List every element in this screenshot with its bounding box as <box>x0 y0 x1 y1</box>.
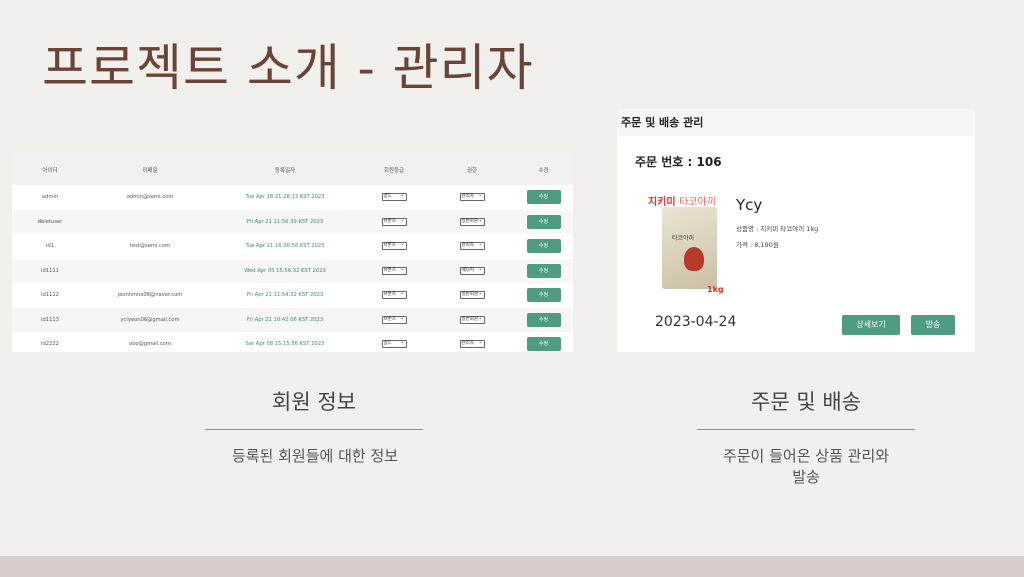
col-header-date: 등록일자 <box>212 155 358 185</box>
role-select[interactable]: 관리자 <box>459 339 485 349</box>
cell-date: Fri Apr 21 11:54:32 KST 2023 <box>246 292 324 299</box>
cell-id: id1112 <box>41 292 59 299</box>
cell-email: admin@semi.com <box>126 194 174 201</box>
cell-email <box>88 258 212 283</box>
cell-id: id1111 <box>12 258 88 283</box>
grade-select[interactable]: 브론즈 <box>381 315 407 324</box>
order-number: 주문 번호 : 106 <box>635 155 722 169</box>
octopus-mascot-icon <box>684 247 704 271</box>
table-row: id1 test@semi.com Tue Apr 11 16:36:58 KS… <box>12 234 573 259</box>
cell-id: id1 <box>45 243 55 250</box>
footer-bar <box>0 556 1024 577</box>
cell-date: Tue Apr 18 21:28:13 KST 2023 <box>245 194 325 201</box>
table-row: admin admin@semi.com Tue Apr 18 21:28:13… <box>12 185 573 210</box>
col-header-email: 이메일 <box>88 155 212 185</box>
order-caption-desc-line1: 주문이 들어온 상품 관리와 <box>722 447 890 465</box>
member-table: 아이디 이메일 등록일자 회원등급 권한 수정 admin admin@semi… <box>12 155 573 352</box>
cell-date: Tue Apr 11 16:36:58 KST 2023 <box>245 243 325 250</box>
product-image-title: 지키미 타코야끼 <box>648 197 716 208</box>
table-row: id2222 ooo@gmail.com Sat Apr 08 15:15:56… <box>12 332 573 352</box>
ship-button[interactable]: 발송 <box>911 315 955 335</box>
order-caption-title: 주문 및 배송 <box>751 390 861 414</box>
grade-select[interactable]: 브론즈 <box>381 266 407 275</box>
cell-email: yciyeon06@gmail.com <box>88 307 212 332</box>
customer-name: Ycy <box>736 196 763 214</box>
grade-select[interactable]: 브론즈 <box>381 241 407 251</box>
col-header-grade: 회원등급 <box>358 155 430 185</box>
cell-date: Fri Apr 21 11:50:39 KST 2023 <box>212 209 358 234</box>
grade-select[interactable]: 브론즈 <box>381 217 407 226</box>
role-select[interactable]: 일반회원 <box>459 315 485 324</box>
cell-id: id2222 <box>41 341 59 348</box>
role-select[interactable]: 관리자 <box>459 192 485 202</box>
cell-email: jeonhmnx06@naver.com <box>117 292 183 299</box>
cell-date: Fri Apr 21 10:42:06 KST 2023 <box>212 307 358 332</box>
member-caption-title: 회원 정보 <box>272 390 356 414</box>
role-select[interactable]: 일반회원 <box>459 217 485 226</box>
order-panel-header: 주문 및 배송 관리 <box>617 109 975 136</box>
grade-select[interactable]: 골드 <box>381 339 407 349</box>
cell-date: Sat Apr 08 15:15:56 KST 2023 <box>245 341 325 348</box>
col-header-edit: 수정 <box>514 155 573 185</box>
edit-button[interactable]: 수정 <box>526 337 561 352</box>
grade-select[interactable]: 골드 <box>381 192 407 202</box>
cell-id: admin <box>41 194 59 201</box>
col-header-id: 아이디 <box>12 155 88 185</box>
product-name-line: 상품명 : 지키미 타코야끼 1kg <box>736 225 819 233</box>
order-panel: 주문 및 배송 관리 주문 번호 : 106 지키미 타코야끼 타코야끼 1kg… <box>617 109 975 352</box>
role-select[interactable]: 매니저 <box>459 266 485 275</box>
member-table-header: 아이디 이메일 등록일자 회원등급 권한 수정 <box>12 155 573 185</box>
edit-button[interactable]: 수정 <box>526 312 561 327</box>
cell-id: id1113 <box>12 307 88 332</box>
table-row: id1112 jeonhmnx06@naver.com Fri Apr 21 1… <box>12 283 573 308</box>
edit-button[interactable]: 수정 <box>526 214 561 229</box>
detail-button[interactable]: 상세보기 <box>842 315 900 335</box>
order-caption-desc: 주문이 들어온 상품 관리와 발송 <box>680 446 932 488</box>
edit-button[interactable]: 수정 <box>526 263 561 278</box>
grade-select[interactable]: 브론즈 <box>381 290 407 300</box>
cell-email: test@semi.com <box>129 243 171 250</box>
role-select[interactable]: 관리자 <box>459 241 485 251</box>
bag-label: 타코야끼 <box>672 235 695 242</box>
role-select[interactable]: 일반회원 <box>459 290 485 300</box>
cell-id: deletuser <box>12 209 88 234</box>
cell-date: Wed Apr 05 15:56:32 KST 2023 <box>212 258 358 283</box>
cell-email <box>88 209 212 234</box>
product-weight: 1kg <box>707 285 724 294</box>
cell-email: ooo@gmail.com <box>129 341 171 348</box>
table-row: id1113 yciyeon06@gmail.com Fri Apr 21 10… <box>12 307 573 332</box>
product-image: 지키미 타코야끼 타코야끼 1kg <box>645 191 724 297</box>
order-caption-divider <box>697 429 915 430</box>
table-row: id1111 Wed Apr 05 15:56:32 KST 2023 브론즈 … <box>12 258 573 283</box>
edit-button[interactable]: 수정 <box>526 239 561 254</box>
order-date: 2023-04-24 <box>655 314 737 330</box>
member-caption-divider <box>205 429 423 430</box>
product-bag: 타코야끼 <box>662 207 717 289</box>
price-line: 가격 : 8,190원 <box>736 241 779 249</box>
slide-title: 프로젝트 소개 - 관리자 <box>42 39 534 97</box>
edit-button[interactable]: 수정 <box>526 190 561 205</box>
order-caption-desc-line2: 발송 <box>792 468 820 486</box>
member-table-panel: 아이디 이메일 등록일자 회원등급 권한 수정 admin admin@semi… <box>12 155 573 352</box>
edit-button[interactable]: 수정 <box>526 288 561 303</box>
table-row: deletuser Fri Apr 21 11:50:39 KST 2023 브… <box>12 209 573 234</box>
member-caption-desc: 등록된 회원들에 대한 정보 <box>231 447 399 465</box>
order-card: 주문 번호 : 106 지키미 타코야끼 타코야끼 1kg Ycy 상품명 : … <box>622 141 973 347</box>
col-header-role: 권한 <box>430 155 514 185</box>
